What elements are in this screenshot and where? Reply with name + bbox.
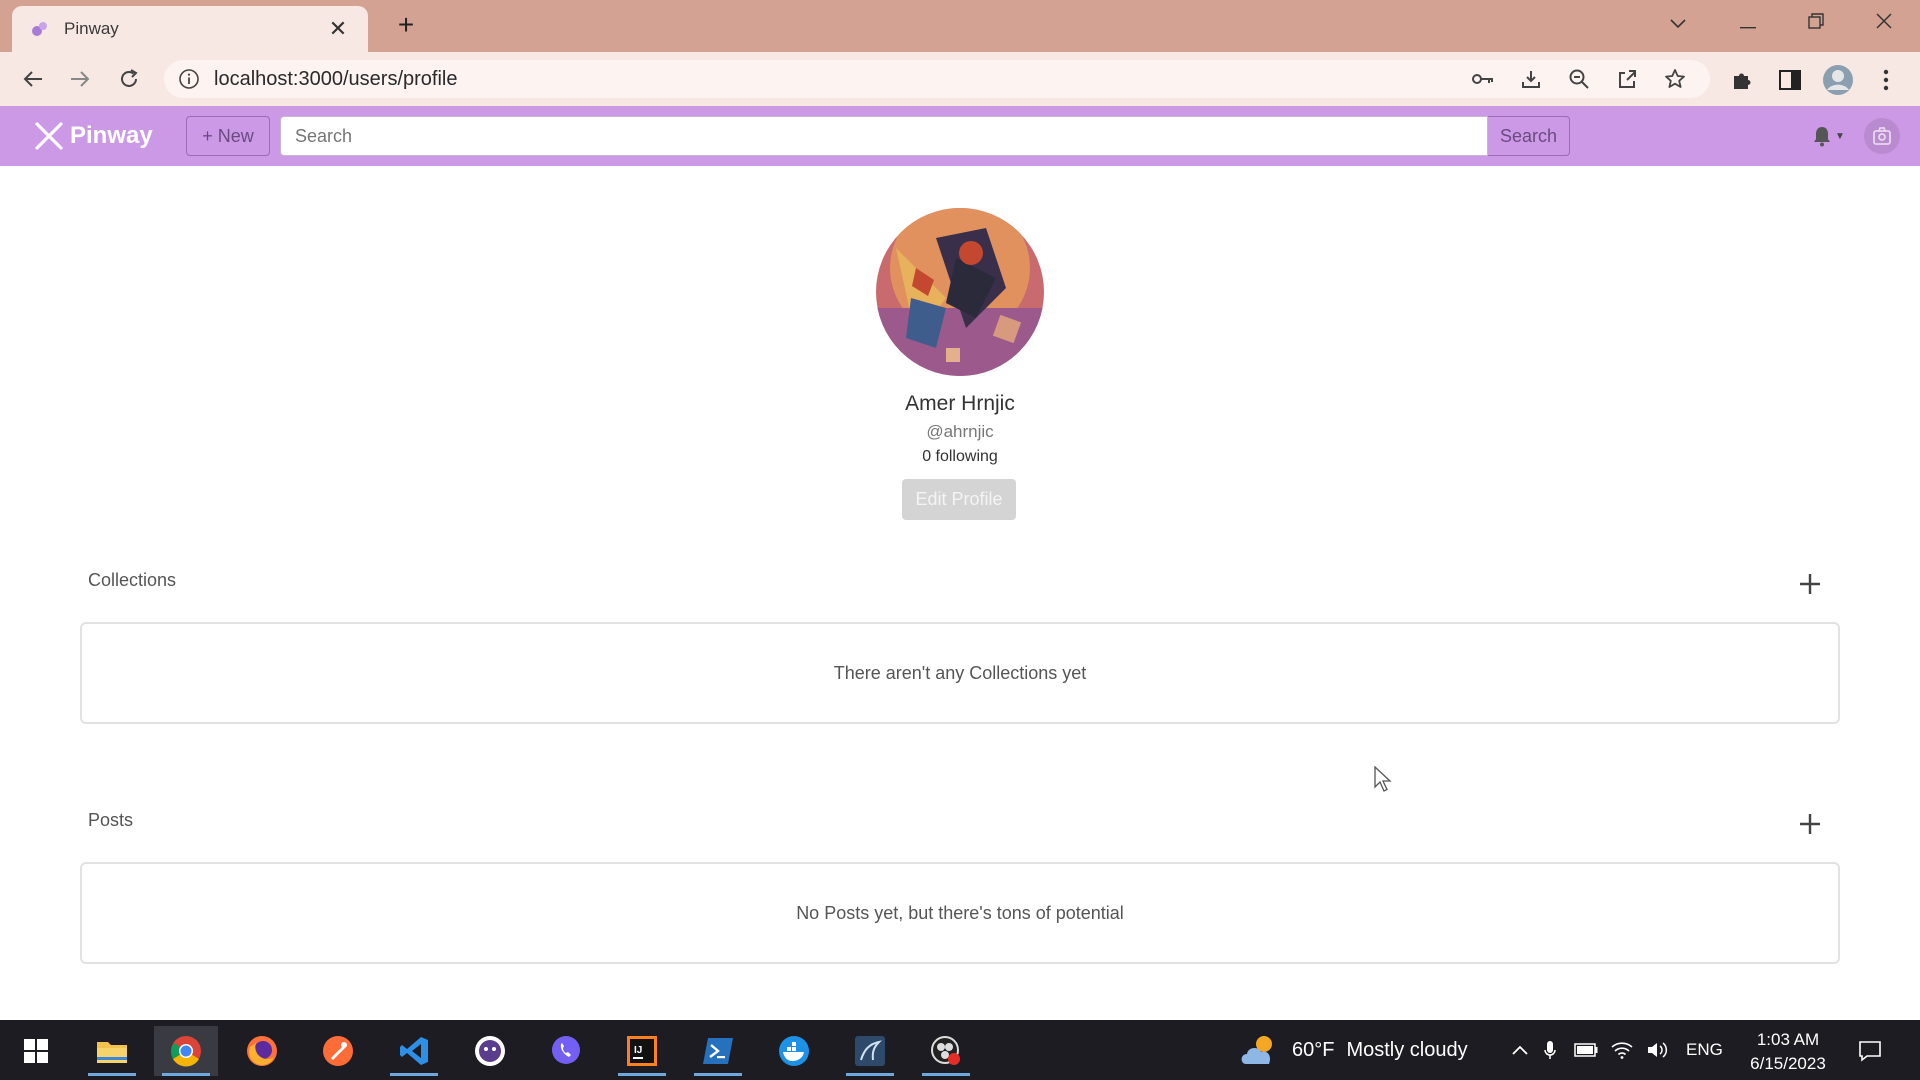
site-info-icon[interactable] <box>178 68 200 90</box>
search-button[interactable]: Search <box>1488 116 1570 156</box>
caret-down-icon: ▼ <box>1835 130 1845 142</box>
browser-tab[interactable]: Pinway ✕ <box>12 6 368 52</box>
browser-toolbar: localhost:3000/users/profile <box>0 52 1920 106</box>
windows-taskbar: IJ 60°F Mostly cloudy ENG 1:03 AM 6/15/2… <box>0 1020 1920 1080</box>
weather-description: Mostly cloudy <box>1346 1038 1468 1061</box>
app-navbar: Pinway + New Search ▼ <box>0 106 1920 166</box>
search-form: Search <box>280 116 1570 156</box>
profile-avatar <box>876 208 1044 376</box>
forward-arrow-icon[interactable] <box>63 62 97 96</box>
user-placeholder-icon <box>1873 127 1891 145</box>
address-bar-url: localhost:3000/users/profile <box>214 67 458 90</box>
collections-empty-text: There aren't any Collections yet <box>833 662 1087 683</box>
file-explorer-icon[interactable] <box>80 1026 144 1076</box>
volume-icon[interactable] <box>1640 1041 1676 1059</box>
profile-avatar-icon[interactable] <box>1822 64 1854 96</box>
password-key-icon[interactable] <box>1470 66 1496 92</box>
brand-name: Pinway <box>70 122 153 149</box>
reload-icon[interactable] <box>112 62 146 96</box>
vscode-icon[interactable] <box>382 1026 446 1076</box>
back-arrow-icon[interactable] <box>16 62 50 96</box>
wifi-icon[interactable] <box>1604 1041 1640 1059</box>
posts-empty-text: No Posts yet, but there's tons of potent… <box>796 902 1124 923</box>
user-avatar[interactable] <box>1864 118 1900 154</box>
search-input[interactable] <box>280 116 1488 156</box>
weather-temperature: 60°F <box>1292 1038 1335 1061</box>
pinway-favicon-icon <box>32 22 47 36</box>
bookmark-star-icon[interactable] <box>1662 66 1688 92</box>
profile-handle: @ahrnjic <box>926 422 994 441</box>
restore-icon[interactable] <box>1792 8 1840 38</box>
posts-empty-box: No Posts yet, but there's tons of potent… <box>80 862 1840 964</box>
tab-search-chevron-icon[interactable] <box>1654 8 1702 38</box>
mysql-workbench-icon[interactable] <box>838 1026 902 1076</box>
clock-time: 1:03 AM <box>1756 1030 1820 1049</box>
window-close-icon[interactable] <box>1860 8 1908 38</box>
brand-logo[interactable]: Pinway <box>34 120 153 152</box>
intellij-icon[interactable]: IJ <box>610 1026 674 1076</box>
postman-icon[interactable] <box>306 1026 370 1076</box>
cloudy-weather-icon <box>1241 1036 1272 1064</box>
edit-profile-button[interactable]: Edit Profile <box>902 479 1016 520</box>
microphone-icon[interactable] <box>1532 1040 1568 1060</box>
chrome-icon[interactable] <box>154 1026 218 1076</box>
viber-icon[interactable] <box>534 1026 598 1076</box>
side-panel-icon[interactable] <box>1774 64 1806 96</box>
zoom-out-icon[interactable] <box>1566 66 1592 92</box>
pinway-logo-icon <box>35 122 63 150</box>
show-hidden-icons-chevron-icon[interactable] <box>1508 1045 1532 1055</box>
browser-tab-bar: Pinway ✕ + <box>0 0 1920 52</box>
mouse-cursor-icon <box>1374 765 1392 797</box>
windows-start-icon[interactable] <box>4 1026 68 1076</box>
obs-recorder-icon[interactable] <box>914 1026 978 1076</box>
following-count[interactable]: 0 following <box>0 448 1920 466</box>
share-icon[interactable] <box>1614 66 1640 92</box>
extensions-puzzle-icon[interactable] <box>1726 64 1758 96</box>
collections-empty-box: There aren't any Collections yet <box>80 622 1840 724</box>
clock-date: 6/15/2023 <box>1750 1054 1826 1073</box>
input-language[interactable]: ENG <box>1686 1040 1723 1060</box>
tab-close-icon[interactable]: ✕ <box>326 17 350 41</box>
notifications-dropdown[interactable]: ▼ <box>1812 122 1845 150</box>
bell-icon <box>1814 127 1830 147</box>
add-post-plus-icon[interactable] <box>1796 810 1824 838</box>
browser-tab-title: Pinway <box>64 19 119 38</box>
install-app-icon[interactable] <box>1518 66 1544 92</box>
powershell-icon[interactable] <box>686 1026 750 1076</box>
weather-widget[interactable]: 60°F Mostly cloudy <box>1238 1020 1468 1080</box>
system-tray: ENG <box>1508 1020 1723 1080</box>
profile-name: Amer Hrnjic <box>905 392 1015 415</box>
new-tab-icon[interactable]: + <box>392 11 420 40</box>
notifications-center-icon[interactable] <box>1838 1026 1902 1076</box>
add-collection-plus-icon[interactable] <box>1796 570 1824 598</box>
minimize-icon[interactable] <box>1724 8 1772 38</box>
firefox-icon[interactable] <box>230 1026 294 1076</box>
battery-icon[interactable] <box>1568 1043 1604 1057</box>
svg-text:IJ: IJ <box>634 1045 642 1056</box>
github-desktop-icon[interactable] <box>458 1026 522 1076</box>
docker-icon[interactable] <box>762 1026 826 1076</box>
new-button[interactable]: + New <box>186 116 270 156</box>
browser-menu-icon[interactable] <box>1870 64 1902 96</box>
collections-title: Collections <box>88 570 177 590</box>
system-clock[interactable]: 1:03 AM 6/15/2023 <box>1728 1028 1848 1076</box>
address-bar[interactable]: localhost:3000/users/profile <box>164 60 1710 98</box>
posts-title: Posts <box>88 810 134 830</box>
